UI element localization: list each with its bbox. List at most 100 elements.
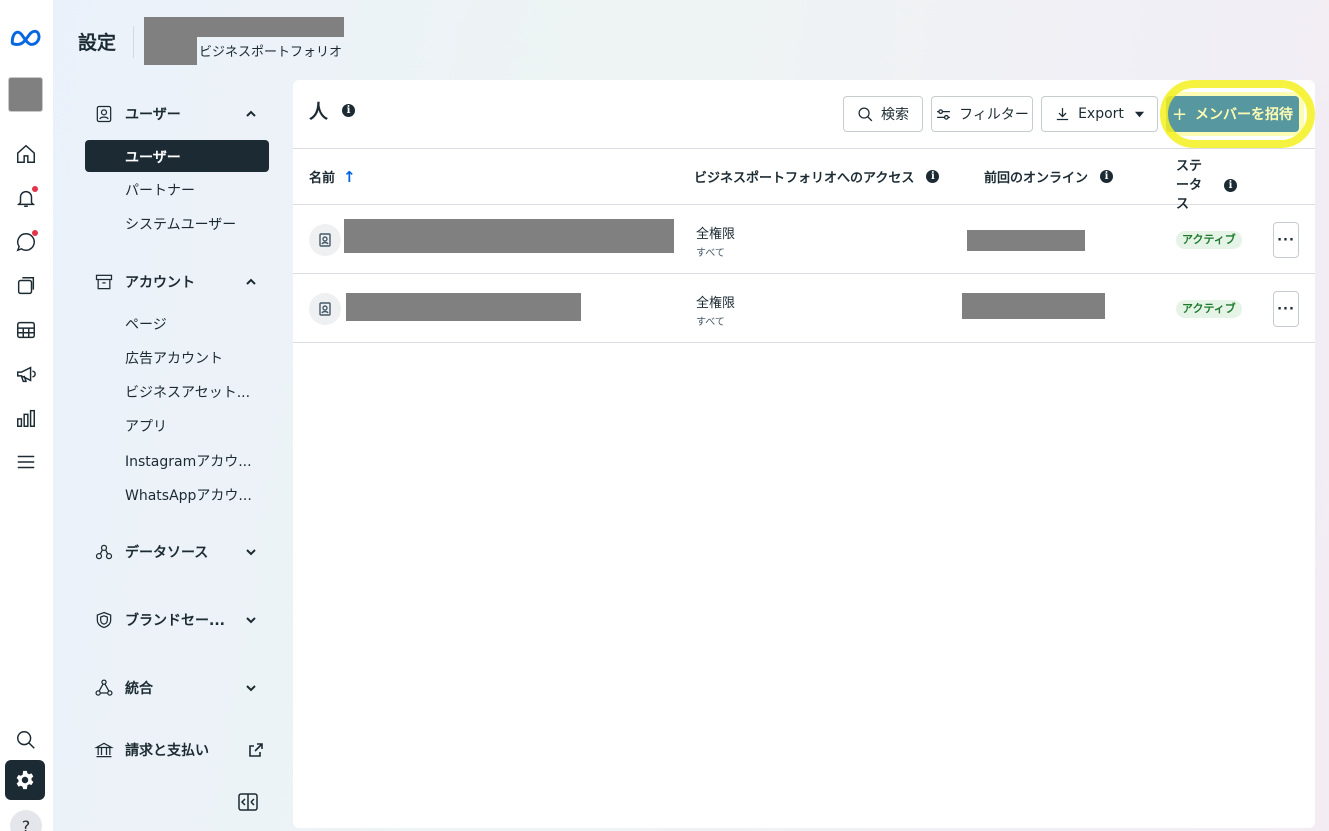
- chat-icon[interactable]: [12, 228, 40, 256]
- redacted-portfolio-logo: [144, 17, 197, 65]
- export-button[interactable]: Export: [1041, 96, 1158, 132]
- search-button-label: 検索: [881, 107, 909, 123]
- column-last-online: 前回のオンライン i: [984, 167, 1114, 186]
- bank-icon: [93, 739, 115, 761]
- page-title: 設定: [78, 32, 117, 54]
- info-icon[interactable]: i: [1224, 179, 1237, 192]
- notification-dot: [32, 230, 38, 236]
- home-icon[interactable]: [12, 140, 40, 168]
- sidebar-item-billing[interactable]: 請求と支払い: [93, 739, 265, 761]
- table-icon[interactable]: [12, 316, 40, 344]
- user-badge-icon: [319, 233, 331, 247]
- user-badge-icon: [93, 103, 115, 125]
- filter-icon: [937, 108, 950, 120]
- megaphone-icon[interactable]: [12, 360, 40, 388]
- table-header: 名前 ↑ ビジネスポートフォリオへのアクセス i 前回のオンライン i ステータ…: [293, 148, 1315, 212]
- sidebar-section-brand-safety[interactable]: ブランドセー...: [93, 609, 258, 631]
- sidebar-section-data-sources[interactable]: データソース: [93, 541, 258, 563]
- external-link-icon: [247, 741, 265, 759]
- business-avatar[interactable]: [8, 77, 43, 112]
- sidebar-item-partners[interactable]: パートナー: [125, 180, 255, 200]
- redacted-last-online: [962, 293, 1105, 319]
- panel-header: 人 i: [309, 97, 356, 124]
- settings-button[interactable]: [5, 760, 45, 800]
- access-cell: 全権限 すべて: [696, 292, 735, 328]
- redacted-last-online: [967, 230, 1085, 251]
- info-icon[interactable]: i: [926, 170, 940, 183]
- access-level: 全権限: [696, 227, 736, 242]
- chevron-down-icon: [244, 545, 258, 559]
- plus-icon: +: [1171, 103, 1188, 125]
- sidebar-item-business-assets[interactable]: ビジネスアセット...: [125, 382, 255, 402]
- sidebar-section-label: データソース: [125, 545, 209, 561]
- chart-icon[interactable]: [12, 404, 40, 432]
- sidebar-section-integrations[interactable]: 統合: [93, 677, 258, 699]
- sidebar-section-accounts[interactable]: アカウント: [93, 271, 258, 293]
- user-badge-icon: [319, 302, 331, 316]
- menu-icon[interactable]: [12, 448, 40, 476]
- sort-ascending-icon: ↑: [343, 167, 356, 186]
- more-options-button[interactable]: ···: [1273, 222, 1299, 258]
- redacted-name: [346, 293, 581, 321]
- sidebar-section-label: ユーザー: [125, 107, 181, 123]
- export-button-label: Export: [1078, 106, 1124, 122]
- filter-button[interactable]: フィルター: [931, 96, 1033, 132]
- avatar: [309, 293, 341, 325]
- column-name-label: 名前: [309, 171, 336, 186]
- column-access: ビジネスポートフォリオへのアクセス i: [694, 167, 940, 186]
- access-scope: すべて: [696, 317, 725, 328]
- collapse-sidebar-icon[interactable]: [238, 793, 258, 811]
- info-icon[interactable]: i: [1100, 170, 1114, 183]
- sidebar-item-whatsapp[interactable]: WhatsAppアカウ...: [125, 485, 255, 505]
- column-access-label: ビジネスポートフォリオへのアクセス: [694, 171, 915, 186]
- panel-title: 人: [309, 101, 329, 123]
- redacted-name: [344, 219, 674, 253]
- people-panel: 人 i 検索 フィルター Export + メンバーを招待 名前 ↑ ビジネスポ…: [293, 80, 1315, 828]
- search-button[interactable]: 検索: [843, 96, 923, 132]
- info-icon[interactable]: i: [342, 104, 356, 117]
- invite-member-button[interactable]: + メンバーを招待: [1166, 96, 1299, 132]
- access-cell: 全権限 すべて: [696, 223, 735, 259]
- chevron-up-icon: [244, 275, 258, 289]
- sidebar-item-apps[interactable]: アプリ: [125, 416, 255, 436]
- download-icon: [1056, 107, 1069, 120]
- invite-member-label: メンバーを招待: [1195, 107, 1294, 123]
- table-row[interactable]: 全権限 すべて アクティブ ···: [293, 205, 1315, 274]
- sidebar-section-label: アカウント: [125, 275, 195, 291]
- sidebar-section-label: ブランドセー...: [125, 613, 225, 629]
- help-button[interactable]: ?: [10, 810, 42, 831]
- portfolio-label[interactable]: ビジネスポートフォリオ: [199, 41, 342, 60]
- more-options-button[interactable]: ···: [1273, 291, 1299, 327]
- shield-icon: [93, 609, 115, 631]
- sidebar-section-label: 統合: [125, 681, 153, 697]
- sidebar-section-users[interactable]: ユーザー: [93, 103, 258, 125]
- pages-icon[interactable]: [12, 272, 40, 300]
- status-badge: アクティブ: [1176, 231, 1242, 249]
- filter-button-label: フィルター: [959, 107, 1029, 123]
- help-icon: ?: [21, 816, 31, 831]
- avatar: [309, 224, 341, 256]
- integrations-icon: [93, 677, 115, 699]
- archive-icon: [93, 271, 115, 293]
- sidebar-item-instagram[interactable]: Instagramアカウ...: [125, 451, 255, 471]
- sidebar-item-label: ユーザー: [125, 150, 181, 166]
- sidebar-item-users[interactable]: ユーザー: [85, 140, 269, 172]
- meta-logo-icon[interactable]: [9, 24, 43, 52]
- chevron-up-icon: [244, 107, 258, 121]
- bell-icon[interactable]: [12, 184, 40, 212]
- table-row[interactable]: 全権限 すべて アクティブ ···: [293, 274, 1315, 343]
- caret-down-icon: [1134, 111, 1144, 117]
- sidebar-item-pages[interactable]: ページ: [125, 314, 255, 334]
- search-icon[interactable]: [12, 726, 40, 754]
- sidebar-item-ad-accounts[interactable]: 広告アカウント: [125, 348, 255, 368]
- status-badge: アクティブ: [1176, 300, 1242, 318]
- chevron-down-icon: [244, 681, 258, 695]
- search-icon: [858, 106, 873, 121]
- access-level: 全権限: [696, 296, 736, 311]
- column-name[interactable]: 名前 ↑: [309, 167, 356, 187]
- gear-icon: [16, 770, 34, 790]
- access-scope: すべて: [696, 248, 725, 259]
- chevron-down-icon: [244, 613, 258, 627]
- sidebar-item-system-users[interactable]: システムユーザー: [125, 214, 255, 234]
- column-last-online-label: 前回のオンライン: [984, 171, 1089, 186]
